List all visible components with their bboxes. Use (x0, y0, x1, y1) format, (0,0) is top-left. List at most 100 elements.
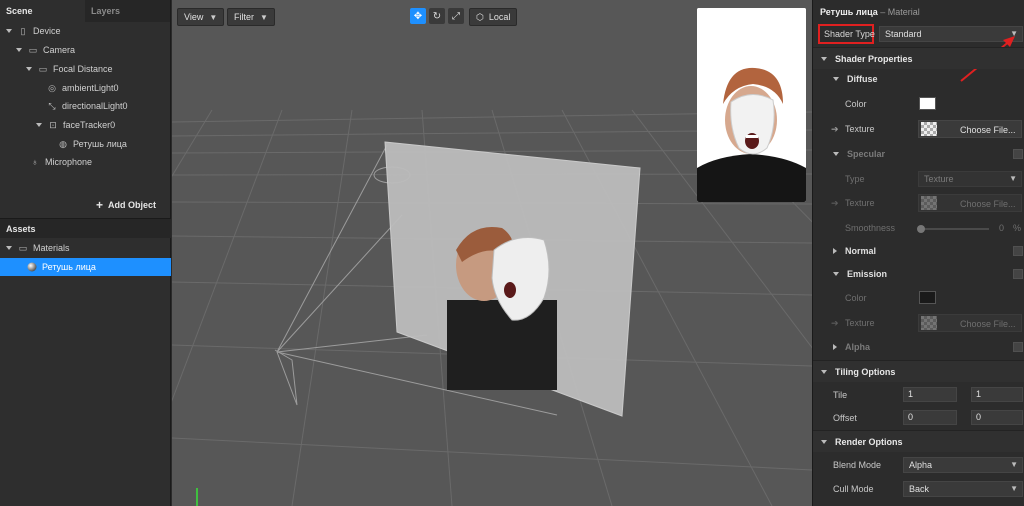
move-tool-button[interactable]: ✥ (410, 8, 426, 24)
collapse-caret-icon[interactable] (821, 439, 827, 444)
asset-item-material[interactable]: Ретушь лица (0, 258, 171, 276)
normal-toggle-checkbox[interactable] (1013, 246, 1023, 256)
link-arrow-icon[interactable]: ➔ (831, 318, 839, 329)
local-space-button[interactable]: ⬡ Local (469, 8, 518, 26)
expand-caret-icon[interactable] (833, 344, 837, 350)
tree-item-device[interactable]: ▯ Device (6, 22, 61, 40)
emission-choose-file-button[interactable]: Choose File... (960, 319, 1016, 329)
folder-icon: ▭ (18, 243, 28, 253)
tile-y-input[interactable]: 1 (971, 387, 1023, 402)
tile-label: Tile (833, 390, 848, 400)
tree-item-label: ambientLight0 (62, 83, 119, 93)
expand-caret-icon[interactable] (16, 48, 22, 52)
specular-type-dropdown[interactable]: Texture ▼ (918, 171, 1022, 187)
viewport-3d[interactable]: View ▼ Filter ▼ ✥ ↻ ⤢ ⬡ Local (172, 0, 812, 506)
render-options-header[interactable]: Render Options (813, 430, 1024, 452)
link-arrow-icon[interactable]: ➔ (831, 124, 839, 135)
cull-mode-dropdown[interactable]: Back ▼ (903, 481, 1023, 497)
diffuse-choose-file-button[interactable]: Choose File... (960, 125, 1016, 135)
tree-item-label: Ретушь лица (73, 139, 127, 149)
specular-choose-file-button[interactable]: Choose File... (960, 199, 1016, 209)
tree-item-directional-light[interactable]: ⤡ directionalLight0 (47, 97, 127, 115)
expand-caret-icon[interactable] (833, 248, 837, 254)
diffuse-header[interactable]: Diffuse (833, 74, 878, 84)
view-menu-button[interactable]: View ▼ (177, 8, 225, 26)
blend-mode-value: Alpha (909, 460, 933, 470)
collapse-caret-icon[interactable] (833, 77, 839, 81)
diffuse-color-label: Color (845, 99, 867, 109)
subsection-title: Normal (845, 246, 877, 256)
texture-thumbnail (921, 122, 937, 136)
smoothness-value[interactable]: 0 (999, 223, 1004, 233)
add-object-label: Add Object (108, 200, 157, 210)
collapse-caret-icon[interactable] (821, 369, 827, 374)
alpha-toggle-checkbox[interactable] (1013, 342, 1023, 352)
tree-item-ambient-light[interactable]: ◎ ambientLight0 (47, 79, 119, 97)
camera-icon: ▭ (28, 45, 38, 55)
link-arrow-icon[interactable]: ➔ (831, 198, 839, 209)
tile-x-input[interactable]: 1 (903, 387, 957, 402)
smoothness-slider-track[interactable] (921, 228, 989, 230)
tiling-options-header[interactable]: Tiling Options (813, 360, 1024, 382)
material-name: Ретушь лица (820, 7, 878, 17)
emission-texture-label: Texture (845, 318, 875, 328)
subsection-title: Diffuse (847, 74, 878, 84)
tree-item-face-mesh[interactable]: ◍ Ретушь лица (58, 135, 127, 153)
collapse-caret-icon[interactable] (821, 56, 827, 61)
texture-thumbnail (921, 316, 937, 330)
collapse-caret-icon[interactable] (833, 272, 839, 276)
add-object-button[interactable]: + Add Object (96, 198, 156, 212)
expand-caret-icon[interactable] (36, 123, 42, 127)
view-label: View (184, 12, 204, 22)
expand-caret-icon[interactable] (26, 67, 32, 71)
scene-panel: Scene Layers ▯ Device ▭ Camera ▭ Focal D… (0, 0, 171, 506)
section-title: Tiling Options (835, 366, 896, 377)
emission-header[interactable]: Emission (833, 269, 887, 279)
offset-y-input[interactable]: 0 (971, 410, 1023, 425)
rotate-tool-button[interactable]: ↻ (429, 8, 445, 24)
tree-item-camera[interactable]: ▭ Camera (16, 41, 75, 59)
filter-label: Filter (234, 12, 254, 22)
assets-header: Assets (0, 218, 171, 238)
tree-item-microphone[interactable]: ♁ Microphone (30, 153, 92, 171)
emission-toggle-checkbox[interactable] (1013, 269, 1023, 279)
tab-layers[interactable]: Layers (85, 0, 170, 22)
tree-item-focal-distance[interactable]: ▭ Focal Distance (26, 60, 113, 78)
assets-folder-materials[interactable]: ▭ Materials (6, 239, 70, 257)
tab-scene[interactable]: Scene (0, 0, 85, 22)
chevron-down-icon: ▼ (1010, 484, 1018, 493)
directional-light-icon: ⤡ (48, 101, 56, 111)
filter-menu-button[interactable]: Filter ▼ (227, 8, 275, 26)
focal-distance-icon: ▭ (38, 64, 48, 74)
diffuse-color-swatch[interactable] (919, 97, 936, 110)
camera-preview (697, 8, 806, 202)
expand-caret-icon[interactable] (6, 246, 12, 250)
blend-mode-dropdown[interactable]: Alpha ▼ (903, 457, 1023, 473)
section-title: Render Options (835, 436, 903, 447)
shader-properties-header[interactable]: Shader Properties (813, 47, 1024, 69)
smoothness-slider-handle[interactable] (917, 225, 925, 233)
tree-item-label: Microphone (45, 157, 93, 167)
cube-icon: ⬡ (476, 11, 484, 22)
collapse-caret-icon[interactable] (833, 152, 839, 156)
specular-header[interactable]: Specular (833, 149, 885, 159)
rotate-icon: ↻ (432, 10, 442, 22)
alpha-header[interactable]: Alpha (833, 342, 870, 352)
offset-x-input[interactable]: 0 (903, 410, 957, 425)
inspector-panel: Ретушь лица – Material Shader Type Stand… (812, 0, 1024, 506)
chevron-down-icon: ▼ (1010, 460, 1018, 469)
normal-header[interactable]: Normal (833, 246, 876, 256)
shader-type-value: Standard (885, 29, 922, 39)
tree-item-label: Camera (43, 45, 76, 55)
emission-color-swatch[interactable] (919, 291, 936, 304)
inspector-title: Ретушь лица – Material (820, 7, 920, 17)
tree-item-face-tracker[interactable]: ⊡ faceTracker0 (36, 116, 115, 134)
scale-tool-button[interactable]: ⤢ (448, 8, 464, 24)
tree-item-label: Device (33, 26, 61, 36)
specular-toggle-checkbox[interactable] (1013, 149, 1023, 159)
move-icon: ✥ (413, 10, 423, 22)
material-sphere-icon (27, 262, 37, 272)
tree-item-label: Focal Distance (53, 64, 113, 74)
expand-caret-icon[interactable] (6, 29, 12, 33)
blend-mode-label: Blend Mode (833, 460, 882, 470)
